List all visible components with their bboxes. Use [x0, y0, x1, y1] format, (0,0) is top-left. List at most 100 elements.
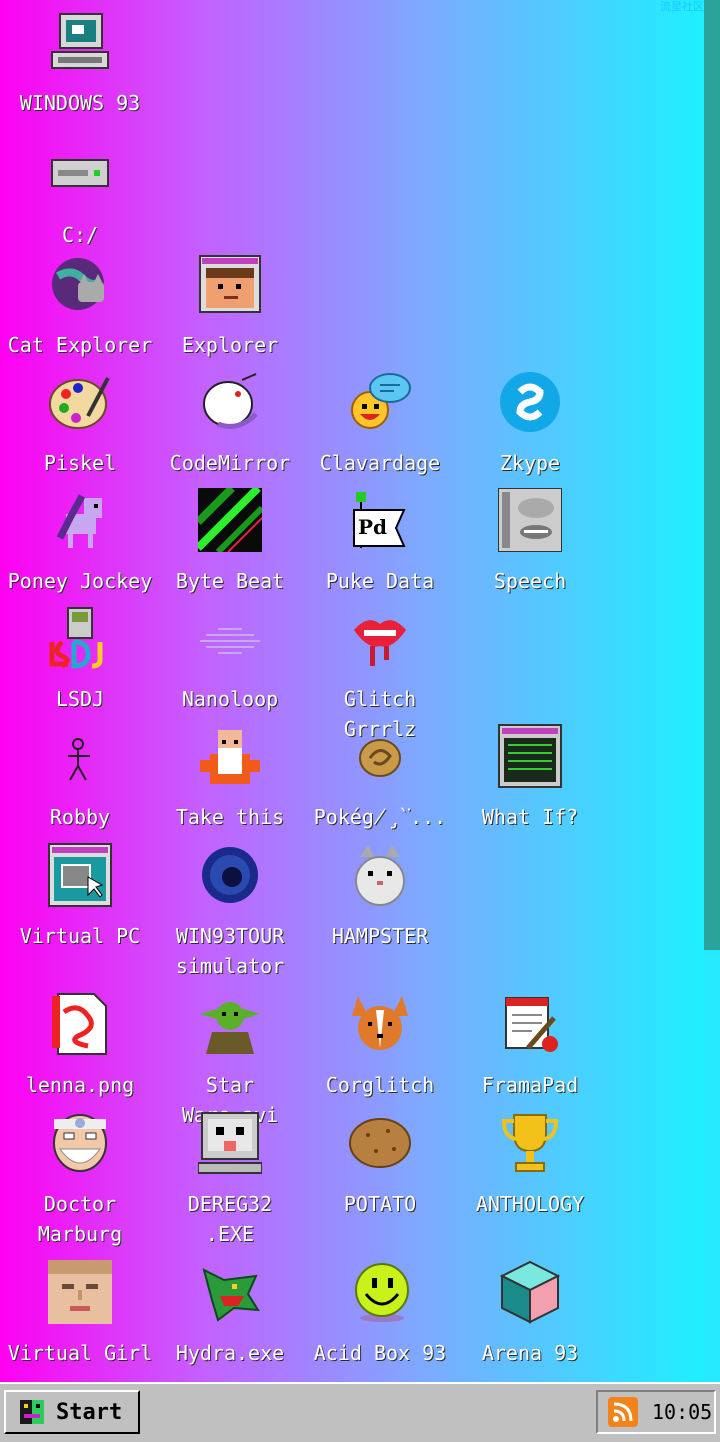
desktop-icon-lenna[interactable]: lenna.png [5, 992, 155, 1100]
taskbar: Start 10:05 [0, 1382, 720, 1442]
doctor-icon [48, 1111, 112, 1175]
byte-beat-icon [198, 488, 262, 552]
desktop-icon-robby[interactable]: Robby [5, 724, 155, 832]
cube-icon [498, 1260, 562, 1324]
old-man-icon [198, 724, 262, 788]
icon-label: Take this [175, 805, 285, 829]
icon-label: Arena 93 [481, 1341, 579, 1365]
hamster-icon [348, 843, 412, 907]
desktop-icon-doctor-marburg[interactable]: Doctor Marburg [5, 1111, 155, 1249]
icon-label: DEREG32 .EXE [187, 1192, 273, 1246]
icon-label: C:/ [61, 223, 99, 247]
desktop-icon-what-if[interactable]: What If? [455, 724, 605, 832]
nanoloop-wave-icon [198, 606, 262, 670]
image-file-icon [48, 992, 112, 1056]
icon-label: Pokég̸̡̀͘... [313, 805, 447, 829]
desktop-icon-virtual-girl[interactable]: Virtual Girl [5, 1260, 155, 1368]
desktop-icon-virtual-pc[interactable]: Virtual PC [5, 843, 155, 951]
blue-vortex-icon [198, 843, 262, 907]
icon-label: HAMPSTER [331, 924, 429, 948]
desktop-icon-take-this[interactable]: Take this [155, 724, 305, 832]
potato-icon [348, 1111, 412, 1175]
icon-label: WINDOWS 93 [19, 91, 141, 115]
icon-label: Acid Box 93 [313, 1341, 447, 1365]
icon-label: lenna.png [25, 1073, 135, 1097]
svg-text:Pd: Pd [358, 515, 387, 539]
desktop-icon-speech[interactable]: Speech [455, 488, 605, 596]
codemirror-rat-icon [198, 370, 262, 434]
hard-drive-icon [48, 142, 112, 206]
clock: 10:05 [652, 1400, 713, 1424]
puke-data-icon: Pd [348, 488, 412, 552]
desktop-icon-pokeg[interactable]: Pokég̸̡̀͘... [305, 724, 455, 832]
scrollbar-thumb[interactable] [704, 0, 720, 950]
rss-icon[interactable] [608, 1397, 638, 1427]
fossil-icon [348, 724, 412, 788]
desktop-icon-acid-box[interactable]: Acid Box 93 [305, 1260, 455, 1368]
pony-icon [48, 488, 112, 552]
icon-label: Virtual Girl [7, 1341, 153, 1365]
desktop-icon-anthology[interactable]: ANTHOLOGY [455, 1111, 605, 1219]
icon-label: Cat Explorer [7, 333, 153, 357]
desktop-icon-corglitch[interactable]: Corglitch [305, 992, 455, 1100]
icon-label: Zkype [499, 451, 561, 475]
icon-label: ANTHOLOGY [475, 1192, 585, 1216]
desktop-icon-dereg32[interactable]: DEREG32 .EXE [155, 1111, 305, 1249]
watermark-text: 流星社区 [660, 0, 704, 13]
icon-label: WIN93TOUR simulator [175, 924, 285, 978]
cat-globe-icon [48, 252, 112, 316]
windows93-logo-icon [16, 1396, 48, 1428]
desktop-icon-win93tour[interactable]: WIN93TOUR simulator [155, 843, 305, 981]
notepad-icon [498, 992, 562, 1056]
desktop: 流星社区 WINDOWS 93 C:/ Cat Explorer Explore… [0, 0, 704, 1382]
yoda-icon [198, 992, 262, 1056]
monitor-face-icon [198, 1111, 262, 1175]
desktop-icon-poney-jockey[interactable]: Poney Jockey [5, 488, 155, 596]
icon-label: Robby [49, 805, 111, 829]
icon-label: Byte Beat [175, 569, 285, 593]
desktop-icon-nanoloop[interactable]: Nanoloop [155, 606, 305, 714]
icon-label: Virtual PC [19, 924, 141, 948]
icon-label: Speech [493, 569, 567, 593]
lips-icon [348, 606, 412, 670]
icon-label: Doctor Marburg [37, 1192, 123, 1246]
desktop-icon-windows93[interactable]: WINDOWS 93 [5, 10, 155, 118]
desktop-icon-hydra[interactable]: Hydra.exe [155, 1260, 305, 1368]
desktop-scrollbar[interactable] [704, 0, 720, 1382]
trophy-icon [498, 1111, 562, 1175]
virtual-pc-window-icon [48, 843, 112, 907]
desktop-icon-arena[interactable]: Arena 93 [455, 1260, 605, 1368]
icon-label: Poney Jockey [7, 569, 153, 593]
desktop-icon-clavardage[interactable]: Clavardage [305, 370, 455, 478]
desktop-icon-lsdj[interactable]: LSDJ [5, 606, 155, 714]
desktop-icon-star-wars[interactable]: Star Wars.avi [155, 992, 305, 1130]
desktop-icon-piskel[interactable]: Piskel [5, 370, 155, 478]
icon-label: CodeMirror [169, 451, 291, 475]
icon-label: LSDJ [55, 687, 105, 711]
chat-smiley-icon [348, 370, 412, 434]
desktop-icon-puke-data[interactable]: Pd Puke Data [305, 488, 455, 596]
paint-palette-icon [48, 370, 112, 434]
start-button[interactable]: Start [4, 1390, 140, 1434]
desktop-icon-framapad[interactable]: FramaPad [455, 992, 605, 1100]
desktop-icon-c-drive[interactable]: C:/ [5, 142, 155, 250]
desktop-icon-byte-beat[interactable]: Byte Beat [155, 488, 305, 596]
icon-label: Piskel [43, 451, 117, 475]
zkype-logo-icon [498, 370, 562, 434]
icon-label: Clavardage [319, 451, 441, 475]
desktop-icon-explorer[interactable]: Explorer [155, 252, 305, 360]
icon-label: Corglitch [325, 1073, 435, 1097]
icon-label: Puke Data [325, 569, 435, 593]
icon-label: What If? [481, 805, 579, 829]
desktop-icon-zkype[interactable]: Zkype [455, 370, 605, 478]
desktop-icon-hampster[interactable]: HAMPSTER [305, 843, 455, 951]
icon-label: FramaPad [481, 1073, 579, 1097]
desktop-icon-codemirror[interactable]: CodeMirror [155, 370, 305, 478]
start-label: Start [56, 1399, 123, 1425]
desktop-icon-potato[interactable]: POTATO [305, 1111, 455, 1219]
desktop-icon-cat-explorer[interactable]: Cat Explorer [5, 252, 155, 360]
hydra-dragon-icon [198, 1260, 262, 1324]
lsdj-gameboy-icon [48, 606, 112, 670]
icon-label: Hydra.exe [175, 1341, 285, 1365]
acid-smiley-icon [348, 1260, 412, 1324]
